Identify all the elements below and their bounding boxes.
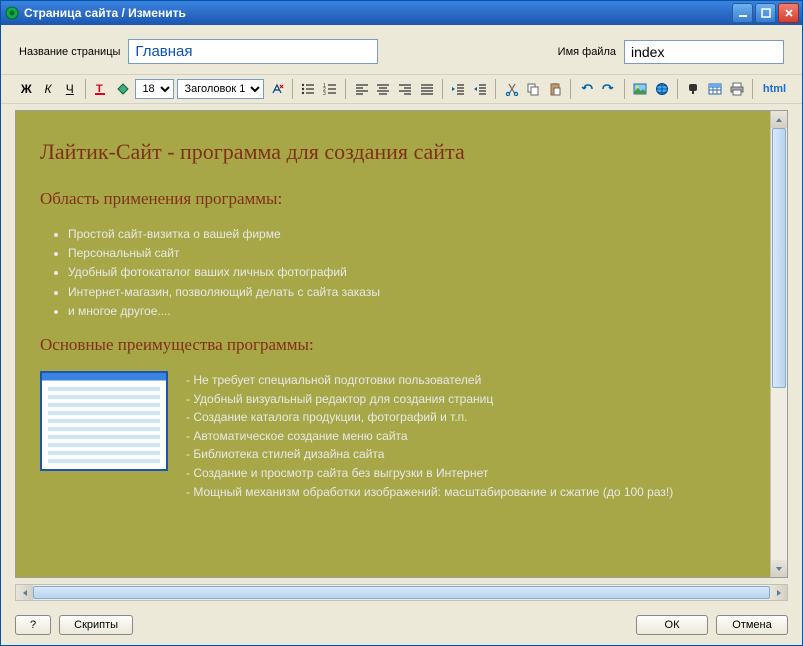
- indent-button[interactable]: [471, 78, 490, 100]
- separator: [85, 79, 86, 99]
- editor-toolbar: Ж К Ч T 18 Заголовок 1 123 html: [1, 74, 802, 104]
- list-item: Простой сайт-визитка о вашей фирме: [68, 225, 746, 244]
- minimize-button[interactable]: [732, 3, 753, 23]
- scroll-down-icon[interactable]: [771, 560, 787, 577]
- find-button[interactable]: [684, 78, 703, 100]
- heading-select[interactable]: Заголовок 1: [177, 79, 264, 99]
- scroll-left-icon[interactable]: [16, 585, 33, 600]
- file-name-label: Имя файла: [558, 46, 616, 58]
- paste-button[interactable]: [546, 78, 565, 100]
- adv-line: - Создание и просмотр сайта без выгрузки…: [186, 464, 673, 483]
- html-source-button[interactable]: html: [763, 83, 786, 95]
- align-right-button[interactable]: [396, 78, 415, 100]
- separator: [442, 79, 443, 99]
- separator: [345, 79, 346, 99]
- list-item: Персональный сайт: [68, 244, 746, 263]
- font-size-select[interactable]: 18: [135, 79, 174, 99]
- content-heading-1: Лайтик-Сайт - программа для создания сай…: [40, 139, 746, 165]
- separator: [624, 79, 625, 99]
- outdent-button[interactable]: [449, 78, 468, 100]
- copy-button[interactable]: [524, 78, 543, 100]
- align-center-button[interactable]: [374, 78, 393, 100]
- maximize-button[interactable]: [755, 3, 776, 23]
- application-list: Простой сайт-визитка о вашей фирме Персо…: [68, 225, 746, 321]
- insert-link-button[interactable]: [652, 78, 671, 100]
- editor-area: Лайтик-Сайт - программа для создания сай…: [15, 110, 788, 578]
- close-button[interactable]: [778, 3, 799, 23]
- scroll-right-icon[interactable]: [770, 585, 787, 600]
- content-heading-2a: Область применения программы:: [40, 189, 746, 209]
- file-name-input[interactable]: [624, 40, 784, 64]
- adv-line: - Автоматическое создание меню сайта: [186, 427, 673, 446]
- cut-button[interactable]: [502, 78, 521, 100]
- align-left-button[interactable]: [352, 78, 371, 100]
- adv-line: - Библиотека стилей дизайна сайта: [186, 445, 673, 464]
- list-item: и многое другое....: [68, 302, 746, 321]
- screenshot-thumbnail: [40, 371, 168, 471]
- horizontal-scrollbar[interactable]: [15, 584, 788, 601]
- separator: [752, 79, 753, 99]
- text-color-button[interactable]: T: [92, 78, 111, 100]
- list-item: Интернет-магазин, позволяющий делать с с…: [68, 283, 746, 302]
- form-row: Название страницы Имя файла: [1, 25, 802, 74]
- help-button[interactable]: ?: [15, 615, 51, 635]
- bg-color-button[interactable]: [114, 78, 133, 100]
- adv-line: - Мощный механизм обработки изображений:…: [186, 483, 673, 502]
- clear-format-button[interactable]: [267, 78, 286, 100]
- scripts-button[interactable]: Скрипты: [59, 615, 133, 635]
- ordered-list-button[interactable]: 123: [321, 78, 340, 100]
- separator: [292, 79, 293, 99]
- separator: [677, 79, 678, 99]
- ok-button[interactable]: ОК: [636, 615, 708, 635]
- italic-button[interactable]: К: [39, 78, 58, 100]
- vertical-scrollbar[interactable]: [770, 111, 787, 577]
- list-item: Удобный фотокаталог ваших личных фотогра…: [68, 263, 746, 282]
- adv-line: - Создание каталога продукции, фотографи…: [186, 408, 673, 427]
- align-justify-button[interactable]: [417, 78, 436, 100]
- print-button[interactable]: [727, 78, 746, 100]
- undo-button[interactable]: [577, 78, 596, 100]
- editor-content[interactable]: Лайтик-Сайт - программа для создания сай…: [16, 111, 770, 577]
- app-icon: [4, 5, 20, 21]
- app-window: Страница сайта / Изменить Название стран…: [0, 0, 803, 646]
- separator: [570, 79, 571, 99]
- content-heading-2b: Основные преимущества программы:: [40, 335, 746, 355]
- page-name-input[interactable]: [128, 39, 378, 64]
- redo-button[interactable]: [599, 78, 618, 100]
- window-title: Страница сайта / Изменить: [24, 6, 732, 20]
- scroll-thumb[interactable]: [772, 128, 786, 388]
- scroll-up-icon[interactable]: [771, 111, 787, 128]
- svg-text:3: 3: [323, 91, 326, 96]
- separator: [495, 79, 496, 99]
- bold-button[interactable]: Ж: [17, 78, 36, 100]
- adv-line: - Не требует специальной подготовки поль…: [186, 371, 673, 390]
- insert-table-button[interactable]: [706, 78, 725, 100]
- adv-line: - Удобный визуальный редактор для создан…: [186, 390, 673, 409]
- hscroll-thumb[interactable]: [33, 586, 770, 599]
- unordered-list-button[interactable]: [299, 78, 318, 100]
- underline-button[interactable]: Ч: [60, 78, 79, 100]
- dialog-footer: ? Скрипты ОК Отмена: [1, 607, 802, 645]
- advantages-list: - Не требует специальной подготовки поль…: [186, 371, 673, 501]
- cancel-button[interactable]: Отмена: [716, 615, 788, 635]
- insert-image-button[interactable]: [631, 78, 650, 100]
- page-name-label: Название страницы: [19, 46, 120, 58]
- titlebar: Страница сайта / Изменить: [1, 1, 802, 25]
